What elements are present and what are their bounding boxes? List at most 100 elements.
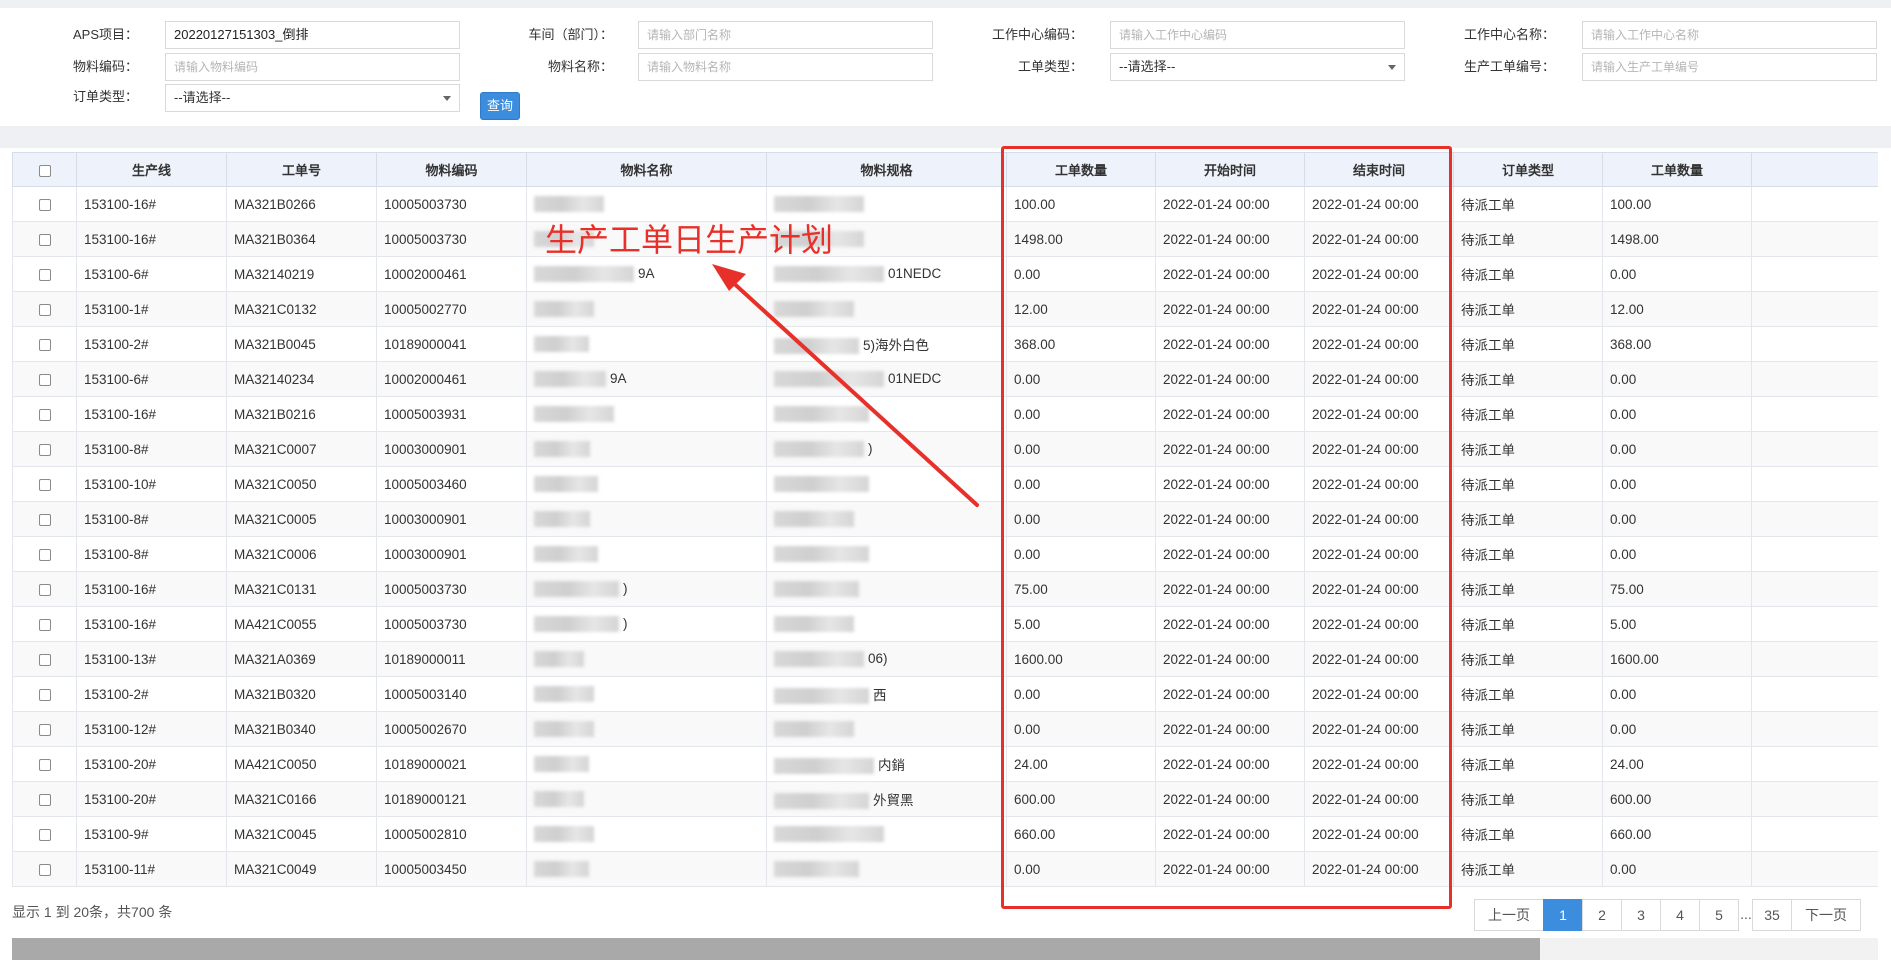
table-row[interactable]: 153100-8# MA321C0005 10003000901 0.00 2022-0…	[12, 501, 1878, 537]
row-checkbox[interactable]	[38, 338, 51, 351]
page-button[interactable]: 1	[1543, 899, 1583, 931]
col-header-material-name[interactable]: 物料名称	[526, 152, 767, 187]
redacted-text	[774, 476, 869, 493]
scrollbar-thumb[interactable]	[12, 938, 1540, 960]
table-row[interactable]: 153100-6# MA32140234 10002000461 9A 01NEDC 0.…	[12, 361, 1878, 397]
row-checkbox[interactable]	[38, 723, 51, 736]
page-button[interactable]: 3	[1621, 899, 1661, 931]
order-type-cell: 待派工单	[1453, 326, 1603, 362]
table-row[interactable]: 153100-1# MA321C0132 10005002770 12.00 2022-…	[12, 291, 1878, 327]
row-checkbox[interactable]	[38, 618, 51, 631]
table-row[interactable]: 153100-10# MA321C0050 10005003460 0.00 2022-…	[12, 466, 1878, 502]
row-checkbox[interactable]	[38, 303, 51, 316]
table-row[interactable]: 153100-11# MA321C0049 10005003450 0.00 2022-…	[12, 851, 1878, 887]
order-type-cell: 待派工单	[1453, 186, 1603, 222]
extra-cell	[1751, 781, 1878, 817]
extra-cell	[1751, 571, 1878, 607]
row-checkbox[interactable]	[38, 653, 51, 666]
order-qty-cell: 0.00	[1006, 361, 1156, 397]
redacted-text	[774, 758, 874, 775]
col-header-start-time[interactable]: 开始时间	[1155, 152, 1305, 187]
table-row[interactable]: 153100-13# MA321A0369 10189000011 06) 1600.0…	[12, 641, 1878, 677]
material-code-input[interactable]: 请输入物料编码	[165, 53, 460, 81]
col-header-material-spec[interactable]: 物料规格	[766, 152, 1007, 187]
order-no-cell: MA321C0045	[226, 816, 377, 852]
row-checkbox[interactable]	[38, 268, 51, 281]
page-button[interactable]: 2	[1582, 899, 1622, 931]
order-kind-select[interactable]: --请选择--	[1110, 53, 1405, 81]
wc-code-input[interactable]: 请输入工作中心编码	[1110, 21, 1405, 49]
table-row[interactable]: 153100-20# MA421C0050 10189000021 内銷 24.00 20…	[12, 746, 1878, 782]
row-checkbox[interactable]	[38, 548, 51, 561]
select-all-checkbox[interactable]	[38, 164, 51, 177]
prod-order-no-input[interactable]: 请输入生产工单编号	[1582, 53, 1877, 81]
row-checkbox[interactable]	[38, 793, 51, 806]
table-row[interactable]: 153100-16# MA321C0131 10005003730) 75.00 202…	[12, 571, 1878, 607]
page-button[interactable]: 5	[1699, 899, 1739, 931]
table-row[interactable]: 153100-8# MA321C0007 10003000901) 0.00 2022-…	[12, 431, 1878, 467]
row-checkbox[interactable]	[38, 373, 51, 386]
end-time-cell: 2022-01-24 00:00	[1304, 606, 1454, 642]
end-time-cell: 2022-01-24 00:00	[1304, 431, 1454, 467]
table-row[interactable]: 153100-16# MA321B0266 10005003730 100.00 202…	[12, 186, 1878, 222]
material-spec-cell	[766, 396, 1007, 432]
table-row[interactable]: 153100-6# MA32140219 10002000461 9A 01NEDC 0.…	[12, 256, 1878, 292]
horizontal-scrollbar[interactable]	[12, 938, 1878, 960]
order-no-cell: MA321B0266	[226, 186, 377, 222]
row-checkbox[interactable]	[38, 443, 51, 456]
wc-name-input[interactable]: 请输入工作中心名称	[1582, 21, 1877, 49]
table-row[interactable]: 153100-8# MA321C0006 10003000901 0.00 2022-0…	[12, 536, 1878, 572]
col-header-end-time[interactable]: 结束时间	[1304, 152, 1454, 187]
col-header-line[interactable]: 生产线	[76, 152, 227, 187]
material-code-cell: 10003000901	[376, 501, 527, 537]
material-name-input[interactable]: 请输入物料名称	[638, 53, 933, 81]
row-checkbox[interactable]	[38, 513, 51, 526]
workshop-input[interactable]: 请输入部门名称	[638, 21, 933, 49]
order-no-cell: MA321B0216	[226, 396, 377, 432]
row-checkbox[interactable]	[38, 478, 51, 491]
extra-cell	[1751, 536, 1878, 572]
col-header-order-qty[interactable]: 工单数量	[1006, 152, 1156, 187]
row-checkbox[interactable]	[38, 863, 51, 876]
table-row[interactable]: 153100-16# MA321B0364 10005003730 1498.00 20…	[12, 221, 1878, 257]
material-spec-cell	[766, 466, 1007, 502]
prev-page-button[interactable]: 上一页	[1474, 899, 1544, 931]
material-name-cell: 9A	[526, 361, 767, 397]
next-page-button[interactable]: 下一页	[1791, 899, 1861, 931]
row-checkbox[interactable]	[38, 583, 51, 596]
table-row[interactable]: 153100-20# MA321C0166 10189000121 外貿黑 600.00…	[12, 781, 1878, 817]
material-spec-cell: 西	[766, 676, 1007, 712]
table-row[interactable]: 153100-9# MA321C0045 10005002810 660.00 2022…	[12, 816, 1878, 852]
page-button[interactable]: 35	[1752, 899, 1792, 931]
order-no-cell: MA321C0166	[226, 781, 377, 817]
table-row[interactable]: 153100-16# MA421C0055 10005003730) 5.00 2022…	[12, 606, 1878, 642]
col-header-order-no[interactable]: 工单号	[226, 152, 377, 187]
row-checkbox[interactable]	[38, 408, 51, 421]
row-checkbox[interactable]	[38, 198, 51, 211]
order-table: 生产线 工单号 物料编码 物料名称 物料规格 工单数量 开始时间 结束时间 订单…	[12, 152, 1878, 887]
select-all-header[interactable]	[12, 152, 77, 187]
start-time-cell: 2022-01-24 00:00	[1155, 291, 1305, 327]
query-button[interactable]: 查询	[480, 92, 520, 120]
material-code-cell: 10005003730	[376, 186, 527, 222]
row-checkbox[interactable]	[38, 758, 51, 771]
annotation-label: 生产工单日生产计划	[545, 221, 834, 259]
col-header-order-type[interactable]: 订单类型	[1453, 152, 1603, 187]
page-button[interactable]: 4	[1660, 899, 1700, 931]
table-row[interactable]: 153100-2# MA321B0045 10189000041 5)海外白色 368.…	[12, 326, 1878, 362]
order-type-select[interactable]: --请选择--	[165, 84, 460, 112]
row-checkbox[interactable]	[38, 828, 51, 841]
order-qty-2-cell: 600.00	[1602, 781, 1752, 817]
material-spec-cell	[766, 536, 1007, 572]
order-qty-cell: 0.00	[1006, 501, 1156, 537]
table-row[interactable]: 153100-16# MA321B0216 10005003931 0.00 2022-…	[12, 396, 1878, 432]
col-header-material-code[interactable]: 物料编码	[376, 152, 527, 187]
material-name-cell	[526, 676, 767, 712]
table-row[interactable]: 153100-12# MA321B0340 10005002670 0.00 2022-…	[12, 711, 1878, 747]
col-header-order-qty-2[interactable]: 工单数量	[1602, 152, 1752, 187]
row-checkbox[interactable]	[38, 233, 51, 246]
redacted-text	[534, 546, 598, 563]
aps-project-input[interactable]: 20220127151303_倒排	[165, 21, 460, 49]
table-row[interactable]: 153100-2# MA321B0320 10005003140 西 0.00 2022-…	[12, 676, 1878, 712]
row-checkbox[interactable]	[38, 688, 51, 701]
